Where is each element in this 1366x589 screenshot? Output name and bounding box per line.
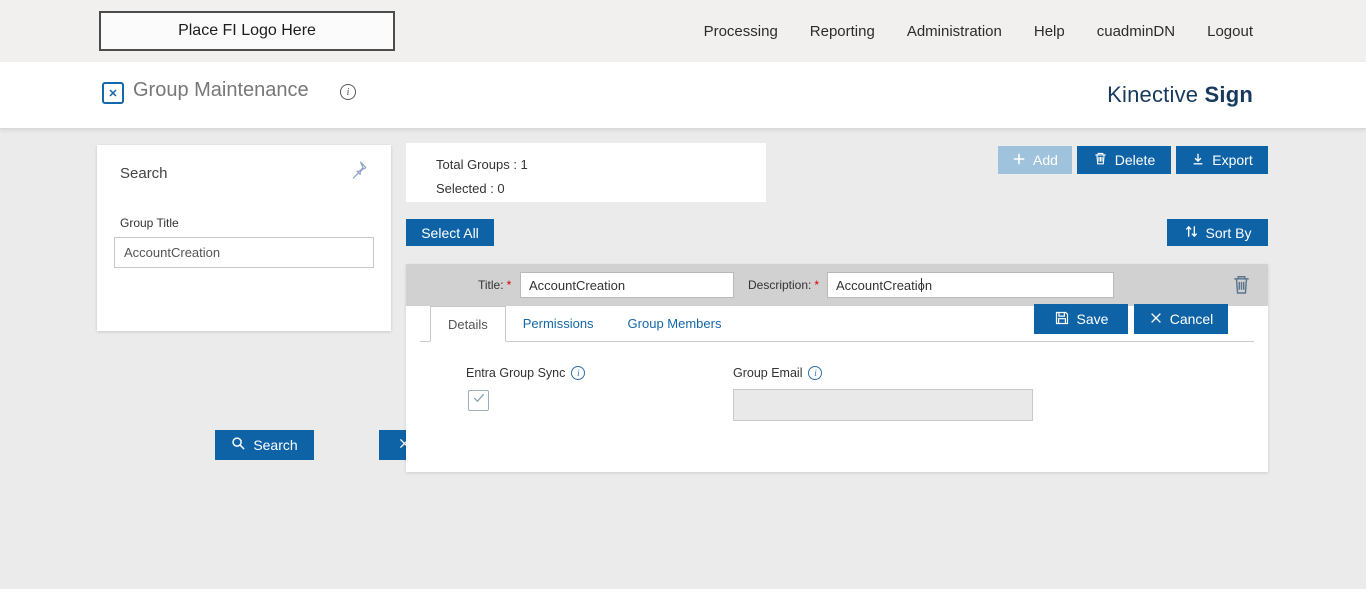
search-panel: Search Group Title Search Clear — [97, 145, 391, 331]
row-trash-icon[interactable] — [1231, 273, 1252, 301]
download-icon — [1191, 152, 1205, 169]
page-info-icon[interactable]: i — [340, 84, 356, 100]
nav-logout[interactable]: Logout — [1207, 23, 1253, 40]
check-icon — [472, 391, 486, 410]
tab-details[interactable]: Details — [430, 306, 506, 342]
delete-button-label: Delete — [1115, 152, 1155, 168]
group-edit-panel: Title:* Description:* Details Permission… — [406, 264, 1268, 472]
select-all-button[interactable]: Select All — [406, 219, 494, 246]
group-title-label: Group Title — [120, 216, 179, 230]
save-floppy-icon — [1054, 310, 1070, 329]
summary-box: Total Groups : 1 Selected : 0 — [406, 143, 766, 202]
entra-info-icon[interactable]: i — [571, 366, 585, 380]
export-button[interactable]: Export — [1176, 146, 1268, 174]
search-button[interactable]: Search — [215, 430, 314, 460]
sort-by-label: Sort By — [1206, 225, 1252, 241]
cancel-button-label: Cancel — [1170, 311, 1214, 327]
top-navigation: Processing Reporting Administration Help… — [704, 0, 1253, 62]
tab-group-members[interactable]: Group Members — [611, 306, 739, 341]
save-button-label: Save — [1077, 311, 1109, 327]
nav-administration[interactable]: Administration — [907, 23, 1002, 40]
fi-logo-placeholder: Place FI Logo Here — [99, 11, 395, 51]
group-row-header: Title:* Description:* — [406, 264, 1268, 306]
save-button[interactable]: Save — [1034, 304, 1128, 334]
tab-permissions[interactable]: Permissions — [506, 306, 611, 341]
select-all-label: Select All — [421, 225, 479, 241]
page-title: Group Maintenance — [133, 79, 309, 102]
details-tab-content: Entra Group Sync i Group Email i — [406, 342, 1268, 472]
group-maintenance-icon: ✕ — [102, 82, 124, 104]
nav-help[interactable]: Help — [1034, 23, 1065, 40]
title-label: Title:* — [478, 278, 511, 292]
group-email-input — [733, 389, 1033, 421]
nav-username[interactable]: cuadminDN — [1097, 23, 1175, 40]
tabs-bar: Details Permissions Group Members — [420, 306, 1254, 342]
cancel-x-icon — [1149, 311, 1163, 328]
sort-icon — [1184, 224, 1199, 242]
brand-bold: Sign — [1205, 82, 1253, 107]
delete-button[interactable]: Delete — [1077, 146, 1171, 174]
group-title-input[interactable] — [114, 237, 374, 268]
text-caret — [921, 278, 922, 292]
search-panel-title: Search — [120, 165, 168, 182]
description-label: Description:* — [748, 278, 819, 292]
app-header: ✕ Group Maintenance i Kinective Sign — [0, 62, 1366, 129]
search-button-label: Search — [253, 437, 297, 453]
brand-regular: Kinective — [1107, 82, 1198, 107]
group-email-label: Group Email i — [733, 366, 822, 380]
entra-group-sync-label: Entra Group Sync i — [466, 366, 585, 380]
search-icon — [231, 436, 246, 454]
trash-icon — [1093, 151, 1108, 169]
nav-processing[interactable]: Processing — [704, 23, 778, 40]
add-button[interactable]: Add — [998, 146, 1072, 174]
pin-icon[interactable] — [349, 159, 369, 184]
sort-by-button[interactable]: Sort By — [1167, 219, 1268, 246]
fi-logo-text: Place FI Logo Here — [178, 22, 316, 40]
entra-group-sync-checkbox[interactable] — [468, 390, 489, 411]
brand-logo: Kinective Sign — [1107, 82, 1253, 108]
nav-reporting[interactable]: Reporting — [810, 23, 875, 40]
export-button-label: Export — [1212, 152, 1252, 168]
plus-icon — [1012, 152, 1026, 169]
cancel-button[interactable]: Cancel — [1134, 304, 1228, 334]
description-required-marker: * — [814, 278, 819, 292]
group-email-info-icon[interactable]: i — [808, 366, 822, 380]
title-required-marker: * — [507, 278, 512, 292]
description-input[interactable] — [827, 272, 1114, 298]
title-input[interactable] — [520, 272, 734, 298]
add-button-label: Add — [1033, 152, 1058, 168]
total-groups-text: Total Groups : 1 — [436, 153, 766, 177]
top-bar: Place FI Logo Here Processing Reporting … — [0, 0, 1366, 62]
selected-count-text: Selected : 0 — [436, 177, 766, 201]
